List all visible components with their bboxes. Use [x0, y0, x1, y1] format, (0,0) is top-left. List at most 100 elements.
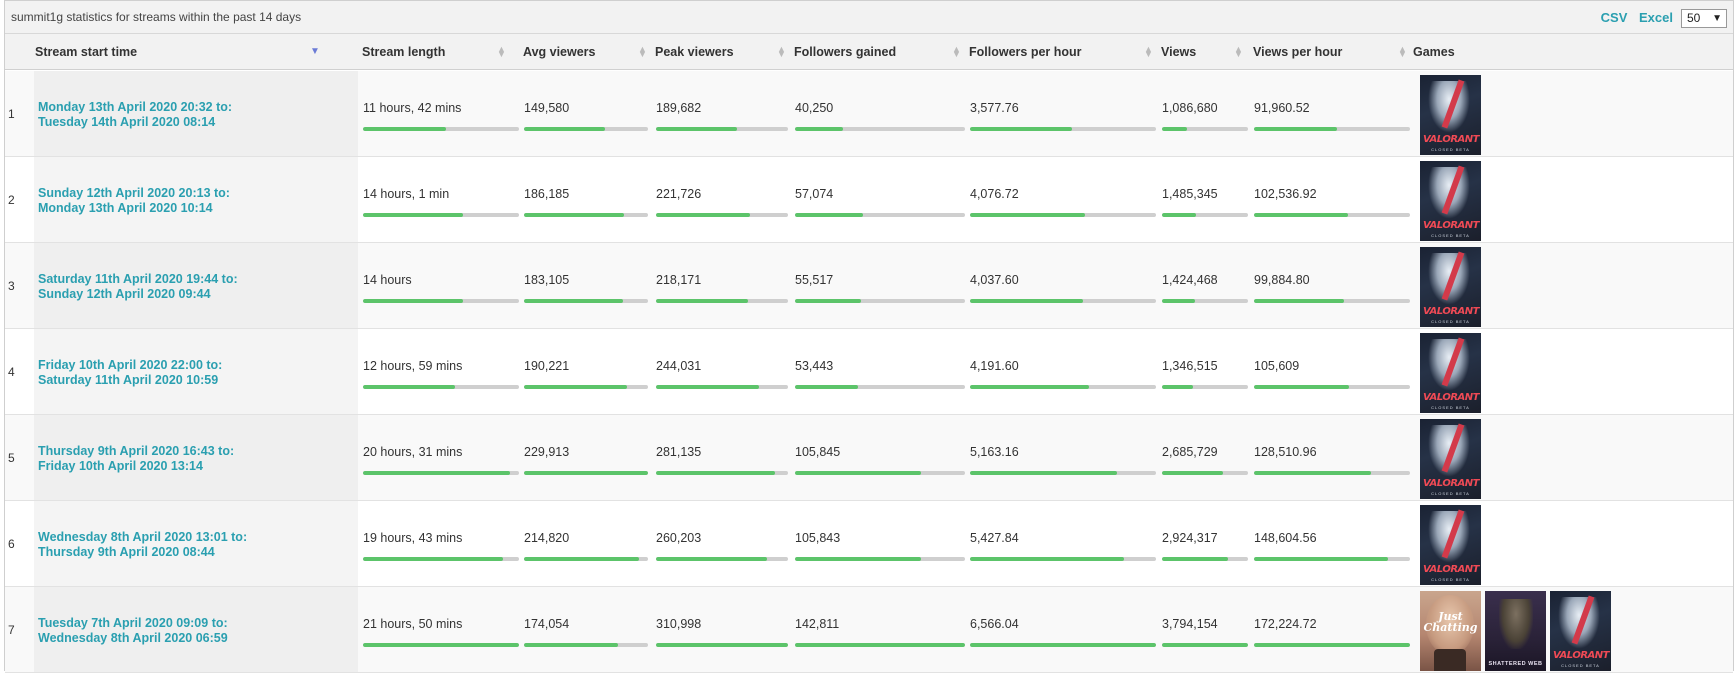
stream-start-line1: Friday 10th April 2020 22:00 to: — [38, 358, 223, 372]
valorant-cover[interactable]: VALORANT CLOSED BETA — [1550, 591, 1611, 671]
excel-export-link[interactable]: Excel — [1639, 10, 1673, 25]
col-views[interactable]: Views — [1161, 34, 1196, 70]
progress-bar — [1162, 213, 1248, 217]
progress-bar — [795, 471, 965, 475]
valorant-cover[interactable]: VALORANT CLOSED BETA — [1420, 75, 1481, 155]
stream-start-line1: Sunday 12th April 2020 20:13 to: — [38, 186, 230, 200]
rainbow-six-siege-cover[interactable]: SHATTERED WEB — [1485, 591, 1546, 671]
progress-bar — [656, 643, 788, 647]
stream-start-link[interactable]: Monday 13th April 2020 20:32 to: Tuesday … — [38, 100, 232, 130]
cell-length: 11 hours, 42 mins — [360, 71, 520, 156]
logo-line2: Chatting — [1423, 621, 1478, 634]
cell-views: 1,424,468 — [1159, 243, 1249, 328]
progress-bar — [656, 385, 788, 389]
cell-fph: 5,427.84 — [967, 501, 1157, 586]
progress-bar — [363, 127, 519, 131]
col-label: Followers per hour — [969, 45, 1082, 59]
sort-icon[interactable]: ▲ ▼ — [1398, 45, 1407, 59]
sort-desc-icon[interactable]: ▼ — [310, 47, 320, 57]
progress-fill — [1254, 557, 1389, 561]
cell-peak: 244,031 — [653, 329, 789, 414]
valorant-logo: VALORANT — [1423, 564, 1479, 575]
cell-value: 40,250 — [795, 101, 834, 115]
valorant-cover[interactable]: VALORANT CLOSED BETA — [1420, 247, 1481, 327]
stream-start-cell: Tuesday 7th April 2020 09:09 to: Wednesda… — [34, 587, 358, 672]
stream-start-line2: Saturday 11th April 2020 10:59 — [38, 373, 219, 387]
stream-start-link[interactable]: Tuesday 7th April 2020 09:09 to: Wednesda… — [38, 616, 228, 646]
progress-bar — [795, 643, 965, 647]
cell-length: 14 hours, 1 min — [360, 157, 520, 242]
progress-bar — [1254, 213, 1410, 217]
closed-beta-label: CLOSED BETA — [1431, 577, 1470, 582]
progress-fill — [1254, 299, 1345, 303]
stream-start-line2: Tuesday 14th April 2020 08:14 — [38, 115, 216, 129]
progress-fill — [656, 213, 750, 217]
cell-value: 5,163.16 — [970, 445, 1019, 459]
col-stream-start-time[interactable]: Stream start time — [35, 34, 137, 70]
stream-start-link[interactable]: Wednesday 8th April 2020 13:01 to: Thursd… — [38, 530, 247, 560]
progress-fill — [1162, 557, 1229, 561]
cell-length: 19 hours, 43 mins — [360, 501, 520, 586]
col-views-per-hour[interactable]: Views per hour — [1253, 34, 1342, 70]
just-chatting-cover[interactable]: Just Chatting — [1420, 591, 1481, 671]
progress-fill — [524, 557, 640, 561]
sort-icon[interactable]: ▲ ▼ — [952, 45, 961, 59]
cell-value: 2,924,317 — [1162, 531, 1218, 545]
table-caption: summit1g statistics for streams within t… — [11, 10, 302, 24]
progress-fill — [656, 471, 775, 475]
sort-icon[interactable]: ▲ ▼ — [777, 45, 786, 59]
sort-icon[interactable]: ▲ ▼ — [1144, 45, 1153, 59]
progress-bar — [795, 299, 965, 303]
progress-fill — [363, 471, 510, 475]
cell-peak: 189,682 — [653, 71, 789, 156]
cell-avg: 149,580 — [521, 71, 649, 156]
progress-bar — [524, 471, 648, 475]
sort-icon[interactable]: ▲ ▼ — [638, 45, 647, 59]
page-size-select[interactable]: 50 ▼ — [1681, 9, 1727, 28]
just-chatting-logo: Just Chatting — [1422, 611, 1479, 633]
cell-length: 14 hours — [360, 243, 520, 328]
sort-icon[interactable]: ▲ ▼ — [1234, 45, 1243, 59]
col-label: Followers gained — [794, 45, 897, 59]
cell-value: 310,998 — [656, 617, 702, 631]
progress-fill — [1254, 213, 1348, 217]
progress-fill — [970, 471, 1117, 475]
row-rank: 3 — [8, 279, 15, 293]
col-peak-viewers[interactable]: Peak viewers — [655, 34, 734, 70]
col-avg-viewers[interactable]: Avg viewers — [523, 34, 596, 70]
cell-value: 1,424,468 — [1162, 273, 1218, 287]
col-followers-per-hour[interactable]: Followers per hour — [969, 34, 1082, 70]
cell-value: 260,203 — [656, 531, 702, 545]
progress-bar — [795, 213, 965, 217]
stream-start-link[interactable]: Friday 10th April 2020 22:00 to: Saturday… — [38, 358, 222, 388]
progress-bar — [1162, 385, 1248, 389]
sort-icon[interactable]: ▲ ▼ — [497, 45, 506, 59]
chevron-down-icon: ▼ — [1712, 13, 1722, 24]
progress-fill — [1162, 213, 1196, 217]
stream-start-link[interactable]: Sunday 12th April 2020 20:13 to: Monday 1… — [38, 186, 230, 216]
col-stream-length[interactable]: Stream length — [362, 34, 445, 70]
cell-fg: 105,845 — [792, 415, 966, 500]
progress-bar — [795, 557, 965, 561]
cell-value: 1,346,515 — [1162, 359, 1218, 373]
stream-start-link[interactable]: Saturday 11th April 2020 19:44 to: Sunday… — [38, 272, 238, 302]
table-row: 2 Sunday 12th April 2020 20:13 to: Monday … — [5, 157, 1733, 243]
csv-export-link[interactable]: CSV — [1601, 10, 1628, 25]
cell-fg: 142,811 — [792, 587, 966, 672]
cell-vph: 148,604.56 — [1251, 501, 1411, 586]
stream-start-link[interactable]: Thursday 9th April 2020 16:43 to: Friday … — [38, 444, 234, 474]
cell-value: 229,913 — [524, 445, 570, 459]
progress-fill — [363, 385, 456, 389]
cell-peak: 310,998 — [653, 587, 789, 672]
cell-value: 55,517 — [795, 273, 834, 287]
valorant-cover[interactable]: VALORANT CLOSED BETA — [1420, 333, 1481, 413]
col-followers-gained[interactable]: Followers gained — [794, 34, 896, 70]
valorant-logo: VALORANT — [1423, 134, 1479, 145]
valorant-cover[interactable]: VALORANT CLOSED BETA — [1420, 161, 1481, 241]
cell-value: 12 hours, 59 mins — [363, 359, 463, 373]
valorant-cover[interactable]: VALORANT CLOSED BETA — [1420, 505, 1481, 585]
progress-fill — [363, 213, 463, 217]
valorant-cover[interactable]: VALORANT CLOSED BETA — [1420, 419, 1481, 499]
progress-fill — [1162, 299, 1195, 303]
table-row: 3 Saturday 11th April 2020 19:44 to: Sunda… — [5, 243, 1733, 329]
